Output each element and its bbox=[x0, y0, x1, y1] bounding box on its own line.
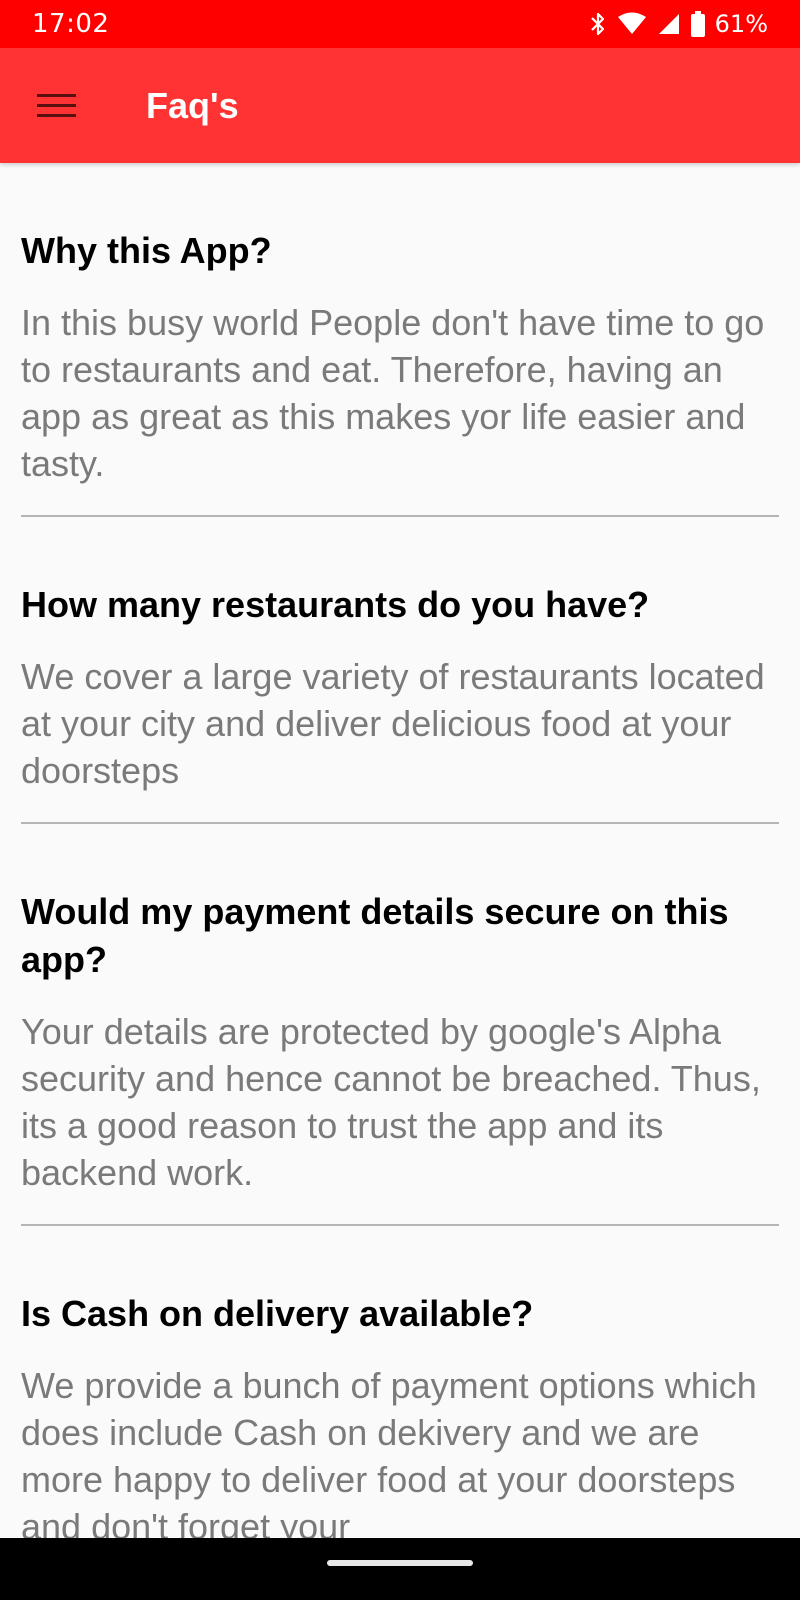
faq-question: Is Cash on delivery available? bbox=[21, 1293, 534, 1334]
wifi-icon bbox=[617, 12, 647, 36]
faq-question: How many restaurants do you have? bbox=[21, 584, 650, 625]
battery-icon bbox=[690, 11, 705, 37]
page-title: Faq's bbox=[146, 84, 239, 126]
faq-question: Would my payment details secure on this … bbox=[21, 891, 729, 980]
faq-item: Is Cash on delivery available? We provid… bbox=[21, 1226, 779, 1578]
bluetooth-icon bbox=[589, 12, 607, 36]
faq-answer: Your details are protected by google's A… bbox=[21, 1011, 761, 1193]
status-bar: 17:02 61% bbox=[0, 0, 800, 48]
status-icons: 61% bbox=[589, 10, 768, 38]
status-time: 17:02 bbox=[32, 9, 110, 39]
hamburger-menu-icon[interactable] bbox=[37, 86, 77, 126]
faq-item: Why this App? In this busy world People … bbox=[21, 163, 779, 517]
faq-question: Why this App? bbox=[21, 230, 272, 271]
cell-signal-icon bbox=[657, 12, 681, 36]
faq-item: How many restaurants do you have? We cov… bbox=[21, 517, 779, 824]
system-navigation-bar bbox=[0, 1538, 800, 1600]
home-gesture-handle[interactable] bbox=[327, 1560, 473, 1566]
faq-item: Would my payment details secure on this … bbox=[21, 824, 779, 1226]
app-bar: Faq's bbox=[0, 48, 800, 163]
faq-answer: In this busy world People don't have tim… bbox=[21, 302, 765, 484]
battery-percent: 61% bbox=[714, 10, 768, 38]
faq-list[interactable]: Why this App? In this busy world People … bbox=[21, 163, 779, 1578]
faq-answer: We cover a large variety of restaurants … bbox=[21, 656, 765, 791]
